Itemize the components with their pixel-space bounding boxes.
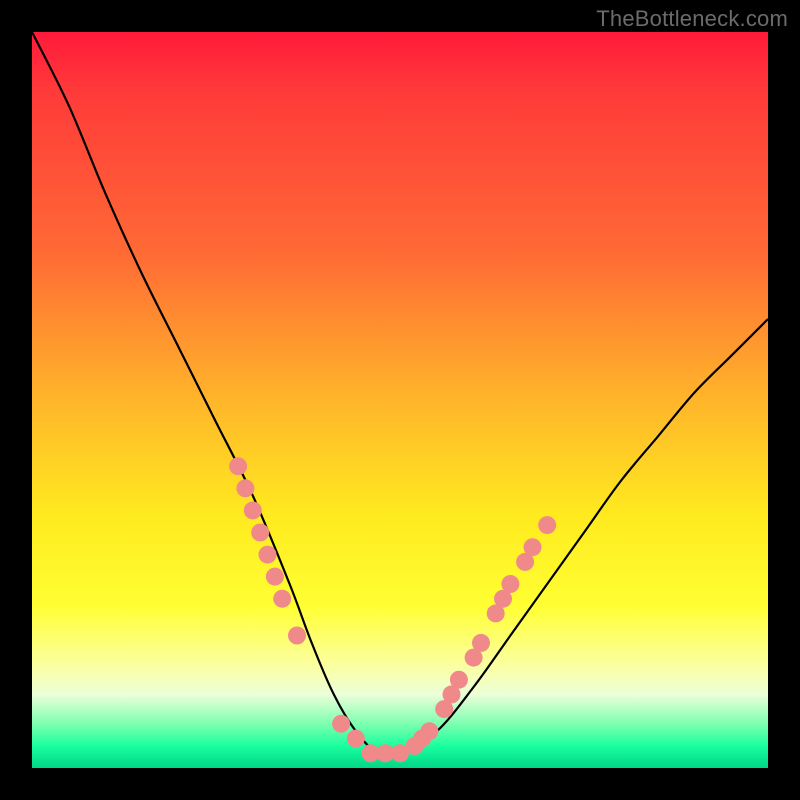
data-marker xyxy=(236,479,254,497)
data-marker xyxy=(332,715,350,733)
chart-svg xyxy=(32,32,768,768)
markers-group xyxy=(229,457,556,762)
data-marker xyxy=(259,546,277,564)
data-marker xyxy=(524,538,542,556)
data-marker xyxy=(251,524,269,542)
data-marker xyxy=(244,501,262,519)
data-marker xyxy=(450,671,468,689)
data-marker xyxy=(501,575,519,593)
data-marker xyxy=(472,634,490,652)
plot-area xyxy=(32,32,768,768)
data-marker xyxy=(266,568,284,586)
data-marker xyxy=(538,516,556,534)
data-marker xyxy=(420,722,438,740)
watermark-text: TheBottleneck.com xyxy=(596,6,788,32)
chart-frame: TheBottleneck.com xyxy=(0,0,800,800)
data-marker xyxy=(288,627,306,645)
data-marker xyxy=(273,590,291,608)
bottleneck-curve xyxy=(32,32,768,756)
data-marker xyxy=(347,730,365,748)
data-marker xyxy=(229,457,247,475)
curve-group xyxy=(32,32,768,756)
